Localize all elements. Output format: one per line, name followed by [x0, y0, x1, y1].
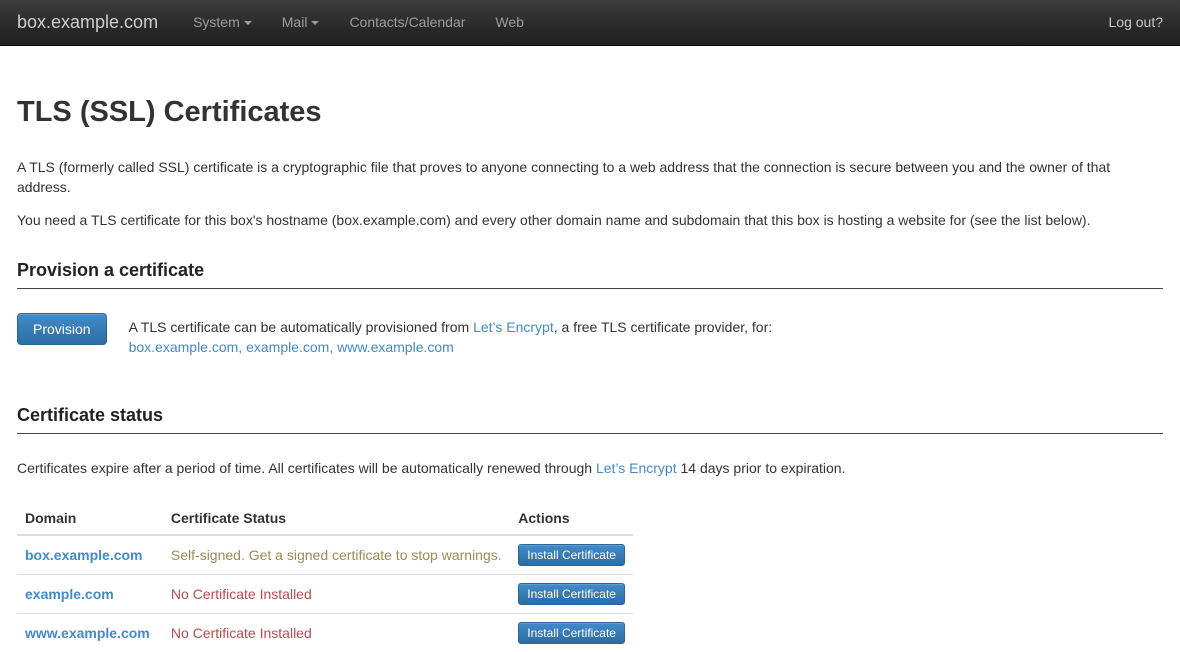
main-content: TLS (SSL) Certificates A TLS (formerly c…: [0, 96, 1180, 652]
certificate-status-text: Self-signed. Get a signed certificate to…: [171, 547, 502, 563]
install-certificate-button[interactable]: Install Certificate: [518, 583, 625, 605]
intro-paragraph-1: A TLS (formerly called SSL) certificate …: [17, 157, 1163, 197]
domain-link[interactable]: example.com: [25, 586, 114, 602]
lets-encrypt-link[interactable]: Let’s Encrypt: [596, 460, 677, 476]
provision-description: A TLS certificate can be automatically p…: [129, 313, 773, 357]
column-header-certificate-status: Certificate Status: [163, 502, 510, 535]
provision-row: Provision A TLS certificate can be autom…: [17, 313, 1163, 357]
certificate-status-note: Certificates expire after a period of ti…: [17, 458, 1163, 478]
logout-link[interactable]: Log out?: [1094, 0, 1164, 45]
domain-link[interactable]: www.example.com: [25, 625, 150, 641]
provision-text-before: A TLS certificate can be automatically p…: [129, 319, 473, 335]
table-row: www.example.com No Certificate Installed…: [17, 614, 633, 652]
lets-encrypt-link[interactable]: Let’s Encrypt: [473, 319, 554, 335]
provision-domains-links[interactable]: box.example.com, example.com, www.exampl…: [129, 339, 454, 355]
install-certificate-button[interactable]: Install Certificate: [518, 544, 625, 566]
intro-paragraph-2: You need a TLS certificate for this box'…: [17, 210, 1163, 230]
page-title: TLS (SSL) Certificates: [17, 96, 1163, 129]
status-note-before: Certificates expire after a period of ti…: [17, 460, 596, 476]
domain-link[interactable]: box.example.com: [25, 547, 143, 563]
top-navbar: box.example.com System Mail Contacts/Cal…: [0, 0, 1180, 46]
chevron-down-icon: [311, 21, 319, 25]
table-row: box.example.com Self-signed. Get a signe…: [17, 535, 633, 575]
table-row: example.com No Certificate Installed Ins…: [17, 575, 633, 614]
provision-button[interactable]: Provision: [17, 313, 107, 345]
navbar-brand[interactable]: box.example.com: [17, 0, 158, 45]
provision-text-after: , a free TLS certificate provider, for:: [554, 319, 772, 335]
install-certificate-button[interactable]: Install Certificate: [518, 622, 625, 644]
nav-item-mail[interactable]: Mail: [267, 0, 335, 45]
column-header-actions: Actions: [510, 502, 633, 535]
navbar-right: Log out?: [1094, 0, 1164, 45]
status-note-after: 14 days prior to expiration.: [677, 460, 846, 476]
nav-item-system-label: System: [193, 14, 240, 30]
certificate-table: Domain Certificate Status Actions box.ex…: [17, 502, 633, 652]
column-header-domain: Domain: [17, 502, 163, 535]
table-header-row: Domain Certificate Status Actions: [17, 502, 633, 535]
certificate-status-heading: Certificate status: [17, 405, 1163, 434]
navbar-menu: System Mail Contacts/Calendar Web: [178, 0, 539, 45]
nav-item-contacts-calendar[interactable]: Contacts/Calendar: [334, 0, 480, 45]
nav-item-system[interactable]: System: [178, 0, 267, 45]
provision-section-heading: Provision a certificate: [17, 260, 1163, 289]
certificate-status-text: No Certificate Installed: [171, 625, 312, 641]
nav-item-web[interactable]: Web: [480, 0, 539, 45]
nav-item-mail-label: Mail: [282, 14, 308, 30]
chevron-down-icon: [244, 21, 252, 25]
certificate-status-text: No Certificate Installed: [171, 586, 312, 602]
